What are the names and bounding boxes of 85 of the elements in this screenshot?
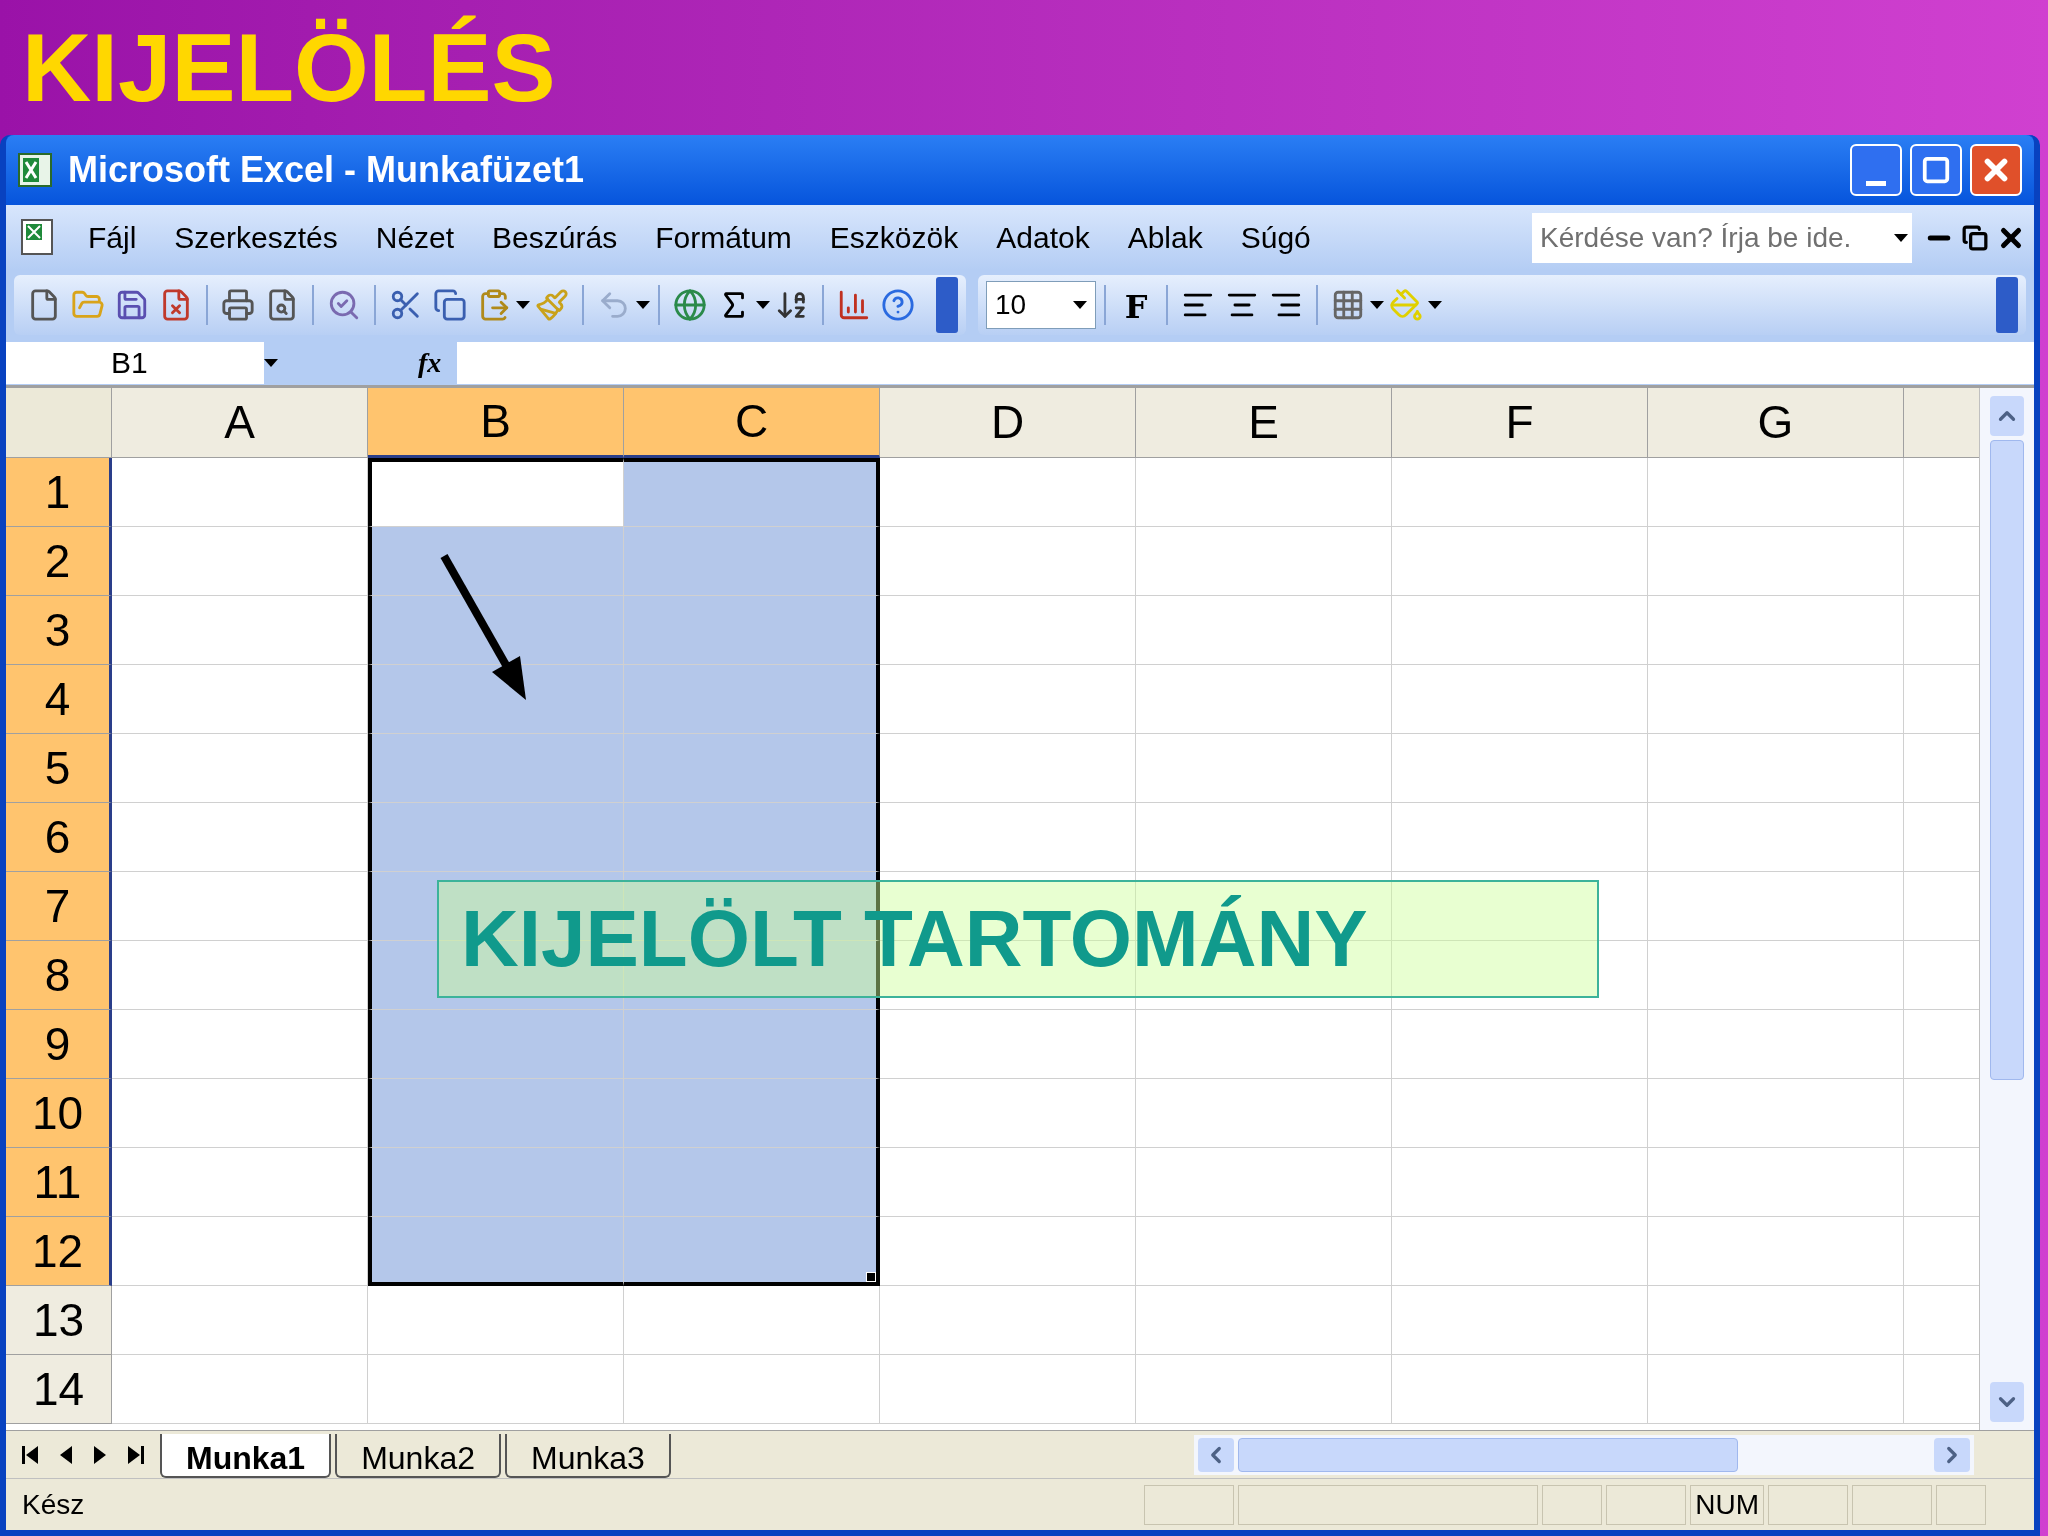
- table-cell[interactable]: [624, 803, 880, 872]
- row-header[interactable]: 7: [6, 872, 112, 941]
- menu-item[interactable]: Nézet: [375, 215, 455, 260]
- scroll-down-button[interactable]: [1990, 1382, 2024, 1422]
- table-cell[interactable]: [624, 1148, 880, 1217]
- name-box[interactable]: B1: [6, 341, 264, 384]
- fill-handle[interactable]: [866, 1272, 876, 1282]
- row-header[interactable]: 9: [6, 1010, 112, 1079]
- restore-icon[interactable]: [1962, 224, 1988, 251]
- sheet-tab[interactable]: Munka1: [160, 1434, 332, 1478]
- font-size-field[interactable]: 10: [986, 281, 1096, 329]
- row-header[interactable]: 12: [6, 1217, 112, 1286]
- table-cell[interactable]: [624, 1217, 880, 1286]
- table-cell[interactable]: [624, 1079, 880, 1148]
- caret-icon[interactable]: [1370, 301, 1384, 309]
- scroll-thumb[interactable]: [1238, 1437, 1738, 1472]
- column-header[interactable]: B: [368, 388, 624, 458]
- menu-item[interactable]: Fájl: [88, 215, 137, 260]
- status-text: Kész: [22, 1487, 85, 1522]
- window-title: Microsoft Excel - Munkafüzet1: [68, 148, 585, 192]
- menu-item[interactable]: Beszúrás: [492, 215, 618, 260]
- row-header[interactable]: 5: [6, 734, 112, 803]
- caret-icon[interactable]: [636, 301, 650, 309]
- menu-item[interactable]: Adatok: [996, 215, 1090, 260]
- menu-item[interactable]: Ablak: [1127, 215, 1203, 260]
- column-header[interactable]: E: [1136, 388, 1392, 458]
- menu-item[interactable]: Formátum: [655, 215, 792, 260]
- formula-field[interactable]: [457, 341, 2034, 384]
- table-cell[interactable]: [624, 527, 880, 596]
- table-cell[interactable]: [624, 458, 880, 527]
- row-header[interactable]: 2: [6, 527, 112, 596]
- status-panel: [1936, 1484, 1986, 1525]
- next-sheet-icon[interactable]: [94, 1445, 106, 1464]
- minimize-button[interactable]: [1850, 144, 1902, 196]
- table-cell[interactable]: [624, 1010, 880, 1079]
- vertical-scrollbar[interactable]: [1979, 388, 2034, 1430]
- status-panel: [1542, 1484, 1603, 1525]
- column-header[interactable]: F: [1392, 388, 1648, 458]
- menu-item[interactable]: Szerkesztés: [174, 215, 338, 260]
- dropdown-caret-icon[interactable]: [1073, 301, 1087, 309]
- scroll-thumb[interactable]: [1990, 440, 2024, 1080]
- horizontal-scrollbar[interactable]: [1194, 1434, 1974, 1475]
- menu-item[interactable]: Súgó: [1240, 215, 1311, 260]
- caret-icon[interactable]: [516, 301, 530, 309]
- toolbar-options-button[interactable]: [1996, 277, 2018, 333]
- menu-item[interactable]: Eszközök: [829, 215, 959, 260]
- status-indicator: NUM: [1690, 1484, 1764, 1525]
- row-header[interactable]: 1: [6, 458, 112, 527]
- caret-icon[interactable]: [1428, 301, 1442, 309]
- help-search-field[interactable]: Kérdése van? Írja be ide.: [1532, 212, 1912, 263]
- maximize-button[interactable]: [1910, 144, 1962, 196]
- table-cell[interactable]: [624, 596, 880, 665]
- row-header[interactable]: 4: [6, 665, 112, 734]
- bold-button[interactable]: F: [1114, 283, 1158, 327]
- dropdown-caret-icon[interactable]: [264, 358, 278, 367]
- maximize-icon: [1921, 155, 1951, 185]
- row-header[interactable]: 6: [6, 803, 112, 872]
- minimize-icon: [1866, 181, 1886, 186]
- sheet-tab[interactable]: Munka2: [335, 1434, 501, 1478]
- dropdown-caret-icon[interactable]: [1894, 233, 1908, 242]
- column-header[interactable]: D: [880, 388, 1136, 458]
- table-cell[interactable]: [624, 665, 880, 734]
- column-header[interactable]: G: [1648, 388, 1904, 458]
- sheet-tab[interactable]: Munka3: [505, 1434, 671, 1478]
- caret-icon[interactable]: [756, 301, 770, 309]
- table-cell[interactable]: [624, 734, 880, 803]
- first-sheet-icon[interactable]: [22, 1445, 38, 1464]
- select-all-corner[interactable]: [6, 388, 112, 458]
- function-label[interactable]: fx: [418, 341, 442, 384]
- column-header[interactable]: C: [624, 388, 880, 458]
- row-header[interactable]: 3: [6, 596, 112, 665]
- row-header[interactable]: 14: [6, 1355, 112, 1424]
- scroll-up-button[interactable]: [1990, 396, 2024, 436]
- row-header[interactable]: 11: [6, 1148, 112, 1217]
- last-sheet-icon[interactable]: [128, 1445, 144, 1464]
- row-header[interactable]: 8: [6, 941, 112, 1010]
- column-header[interactable]: [1904, 388, 1979, 458]
- table-cell[interactable]: [368, 458, 624, 527]
- previous-sheet-icon[interactable]: [60, 1445, 72, 1464]
- close-button[interactable]: [1970, 144, 2022, 196]
- toolbar-options-button[interactable]: [936, 277, 958, 333]
- row-header[interactable]: 10: [6, 1079, 112, 1148]
- row-header[interactable]: 13: [6, 1286, 112, 1355]
- spreadsheet-app-icon: [18, 153, 52, 187]
- column-header[interactable]: A: [112, 388, 368, 458]
